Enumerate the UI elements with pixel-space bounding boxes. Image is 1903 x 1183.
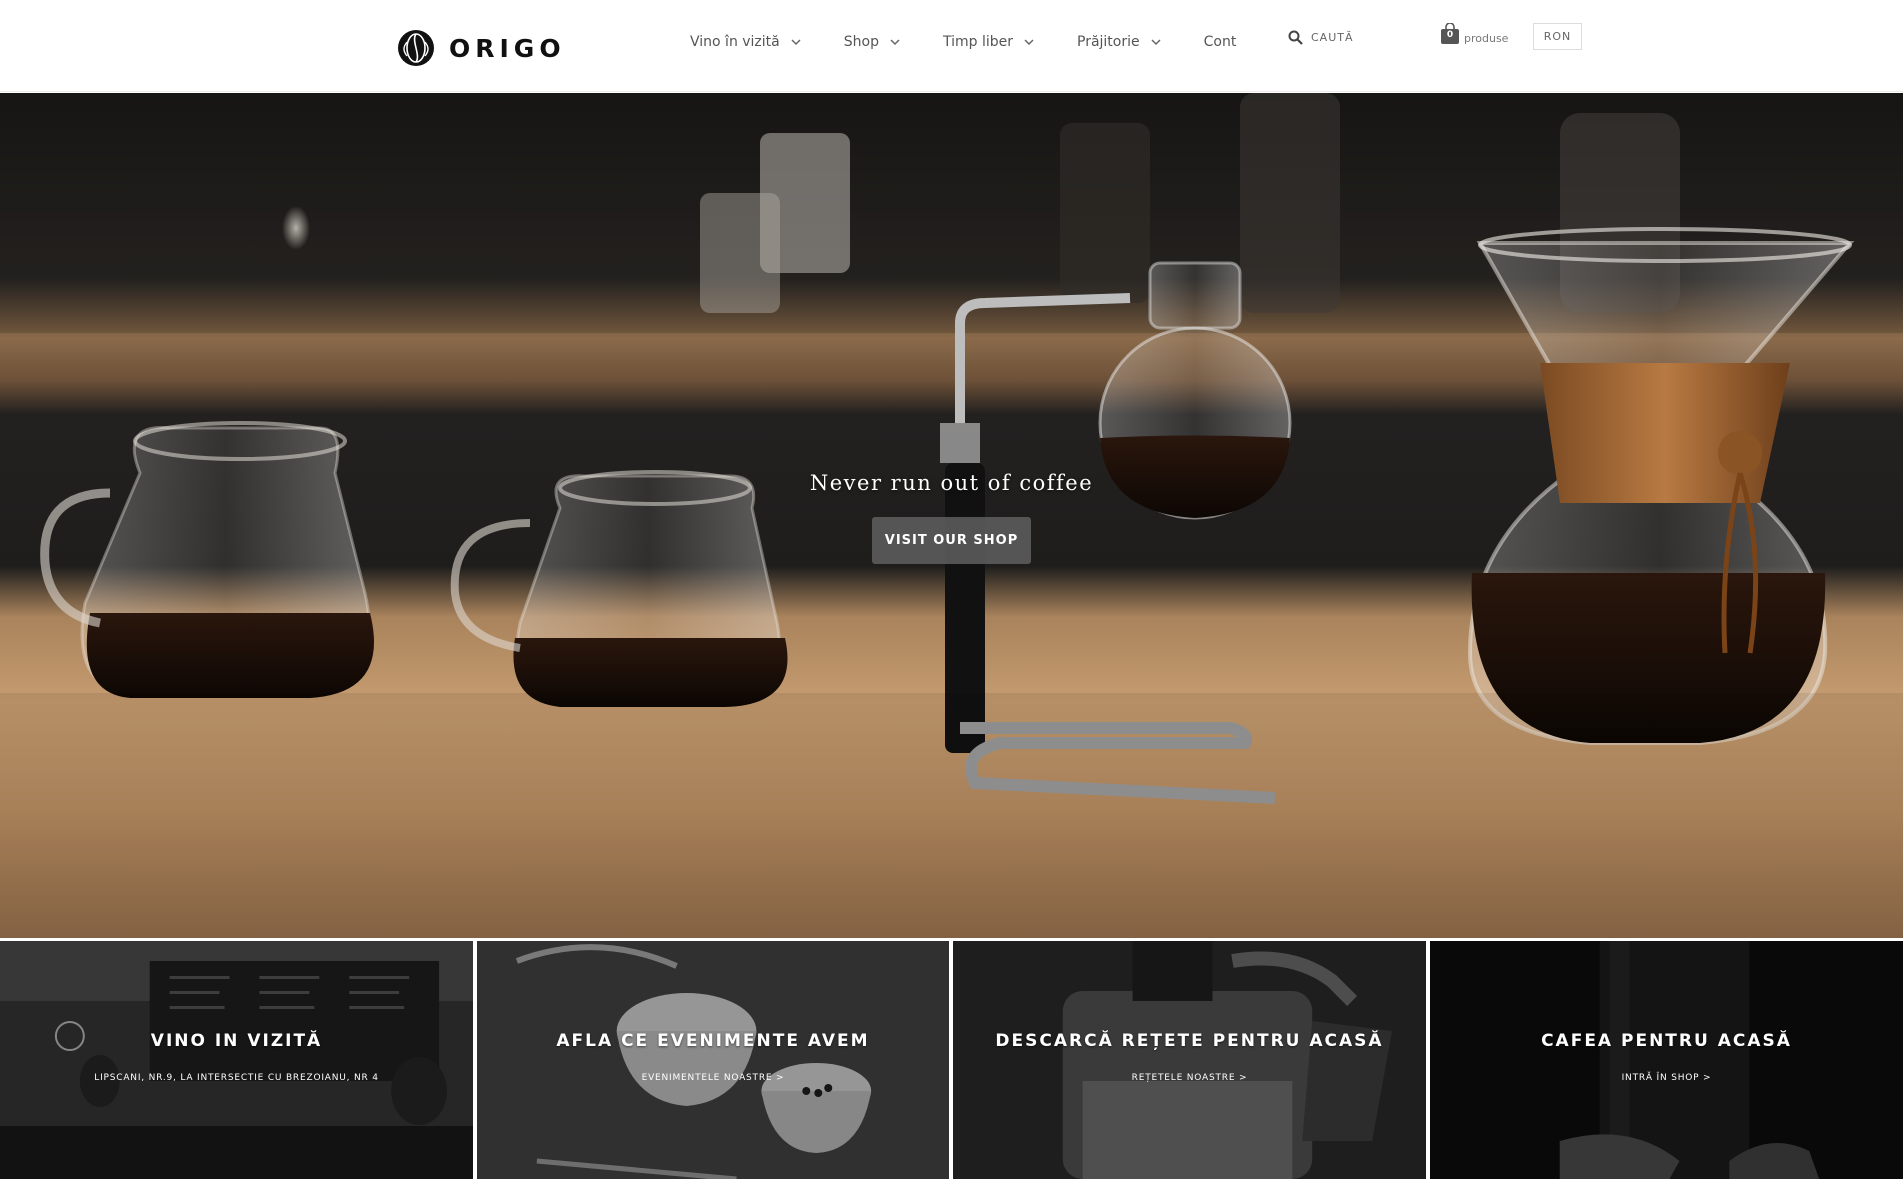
visit-shop-button[interactable]: VISIT OUR SHOP	[872, 517, 1031, 564]
chevron-down-icon	[1024, 39, 1034, 46]
tile-subtitle: EVENIMENTELE NOASTRE >	[641, 1073, 785, 1083]
nav-item-label: Vino în vizită	[690, 34, 780, 50]
tile-vino-in-vizita[interactable]: VINO IN VIZITĂ LIPSCANI, NR.9, LA INTERS…	[0, 941, 473, 1179]
site-header: ORIGO Vino în vizită Shop Timp liber Pră…	[0, 0, 1903, 92]
tile-subtitle: LIPSCANI, NR.9, LA INTERSECTIE CU BREZOI…	[94, 1073, 379, 1083]
tile-evenimente[interactable]: AFLA CE EVENIMENTE AVEM EVENIMENTELE NOA…	[477, 941, 949, 1179]
tile-title: AFLA CE EVENIMENTE AVEM	[556, 1031, 870, 1051]
nav-item-timp-liber[interactable]: Timp liber	[943, 34, 1035, 50]
currency-selector[interactable]: RON	[1533, 23, 1582, 50]
hero-banner: Never run out of coffee VISIT OUR SHOP	[0, 93, 1903, 938]
nav-item-label: Prăjitorie	[1077, 34, 1140, 50]
carafe-left	[40, 421, 375, 698]
nav-item-label: Cont	[1203, 34, 1237, 50]
main-nav: Vino în vizită Shop Timp liber Prăjitori…	[690, 30, 1236, 54]
tile-cafea-acasa[interactable]: CAFEA PENTRU ACASĂ INTRĂ ÎN SHOP >	[1430, 941, 1903, 1179]
nav-item-cont[interactable]: Cont	[1204, 34, 1237, 50]
search-icon	[1288, 30, 1303, 45]
search-label: CAUTĂ	[1311, 31, 1354, 44]
chevron-down-icon	[791, 39, 801, 46]
carafe-middle	[450, 470, 788, 707]
chevron-down-icon	[1151, 39, 1161, 46]
search-button[interactable]: CAUTĂ	[1288, 30, 1354, 45]
shopping-bag-icon: 0	[1440, 21, 1460, 45]
hero-image	[0, 93, 1903, 938]
nav-item-shop[interactable]: Shop	[844, 34, 901, 50]
tile-title: VINO IN VIZITĂ	[150, 1031, 323, 1051]
nav-item-vino-in-vizita[interactable]: Vino în vizită	[690, 34, 802, 50]
chevron-down-icon	[890, 39, 900, 46]
nav-item-label: Timp liber	[942, 34, 1013, 50]
tile-title: DESCARCĂ REȚETE PENTRU ACASĂ	[995, 1031, 1384, 1051]
nav-item-prajitorie[interactable]: Prăjitorie	[1077, 34, 1162, 50]
nav-item-label: Shop	[843, 34, 879, 50]
tile-title: CAFEA PENTRU ACASĂ	[1541, 1031, 1792, 1051]
logo-text: ORIGO	[449, 33, 566, 63]
cart-button[interactable]: 0 produse	[1440, 21, 1509, 45]
coffee-bean-icon	[398, 30, 434, 66]
cart-count: 0	[1446, 29, 1454, 40]
cart-label: produse	[1464, 32, 1509, 45]
hero-title: Never run out of coffee	[809, 471, 1094, 495]
tile-subtitle: INTRĂ ÎN SHOP >	[1621, 1073, 1712, 1083]
site-logo[interactable]: ORIGO	[397, 30, 566, 66]
tile-retete[interactable]: DESCARCĂ REȚETE PENTRU ACASĂ REȚETELE NO…	[953, 941, 1426, 1179]
tile-subtitle: REȚETELE NOASTRE >	[1131, 1073, 1248, 1083]
feature-tiles: VINO IN VIZITĂ LIPSCANI, NR.9, LA INTERS…	[0, 941, 1903, 1183]
